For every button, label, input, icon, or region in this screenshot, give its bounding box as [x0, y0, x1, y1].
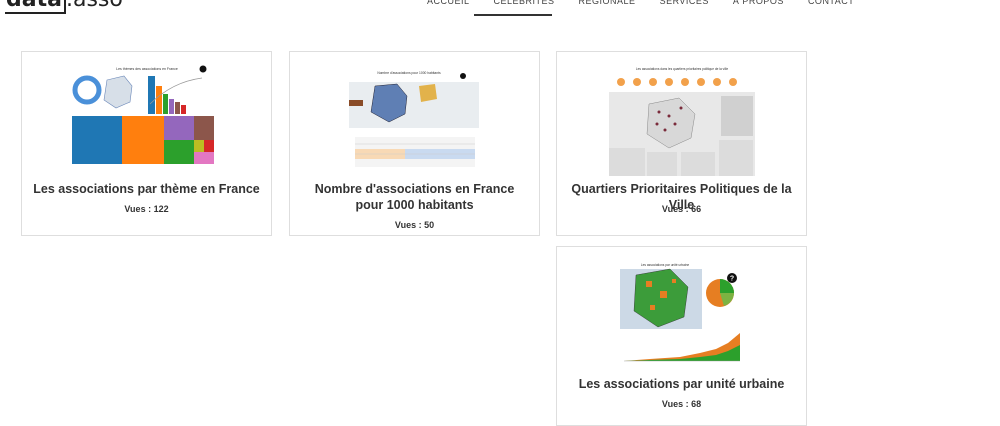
- logo-bold: data: [5, 0, 66, 14]
- card-views: Vues : 122: [124, 204, 169, 214]
- thumb-title: Les associations dans les quartiers prio…: [635, 67, 728, 71]
- nav-item-contact[interactable]: CONTACT: [796, 0, 866, 14]
- svg-text:?: ?: [729, 276, 733, 283]
- nav-item-celebrites[interactable]: CÉLÉBRITÉS: [482, 0, 567, 14]
- nav-active-indicator: [474, 14, 552, 16]
- thumb-title: Les thèmes des associations en France: [116, 67, 178, 71]
- card-thumbnail: Nombre d'associations pour 1000 habitant…: [348, 64, 481, 176]
- card-views: Vues : 68: [661, 399, 702, 409]
- thumb-title: Les associations par unité urbaine: [640, 263, 689, 267]
- card-thumbnail: Les associations dans les quartiers prio…: [608, 64, 755, 176]
- card-title[interactable]: Les associations par unité urbaine: [567, 376, 796, 392]
- card-title[interactable]: Nombre d'associations en France pour 100…: [300, 181, 529, 213]
- site-header: data.asso ACCUEIL CÉLÉBRITÉS RÉGIONALE S…: [0, 0, 1000, 20]
- card-themes[interactable]: Les thèmes des associations en France Le…: [21, 51, 272, 236]
- nav-item-apropos[interactable]: À PROPOS: [721, 0, 796, 14]
- card-unite-urbaine[interactable]: Les associations par unité urbaine ? Les…: [556, 246, 807, 426]
- nav-item-accueil[interactable]: ACCUEIL: [415, 0, 482, 14]
- card-per-1000[interactable]: Nombre d'associations pour 1000 habitant…: [289, 51, 540, 236]
- nav-item-services[interactable]: SERVICES: [648, 0, 721, 14]
- logo[interactable]: data.asso: [5, 0, 123, 14]
- card-qpv[interactable]: Les associations dans les quartiers prio…: [556, 51, 807, 236]
- nav-item-regionale[interactable]: RÉGIONALE: [567, 0, 648, 14]
- card-views: Vues : 50: [394, 220, 435, 230]
- card-thumbnail: Les thèmes des associations en France: [71, 64, 222, 176]
- card-views: Vues : 66: [661, 204, 702, 214]
- logo-thin: .asso: [66, 0, 123, 12]
- card-thumbnail: Les associations par unité urbaine ?: [619, 259, 744, 371]
- card-title[interactable]: Les associations par thème en France: [32, 181, 261, 197]
- thumb-title: Nombre d'associations pour 1000 habitant…: [377, 71, 441, 75]
